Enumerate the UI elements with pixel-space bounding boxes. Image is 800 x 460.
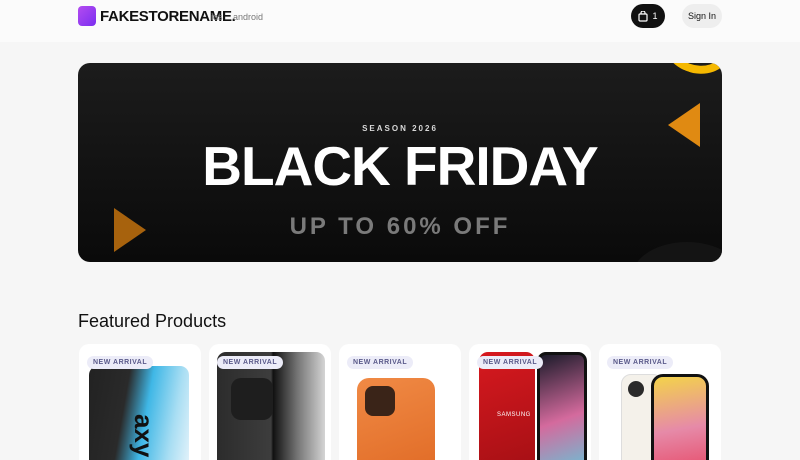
arc-decoration — [654, 63, 722, 84]
nav-link-android[interactable]: android — [233, 12, 263, 22]
phone-screen-graphic: axy — [129, 414, 159, 458]
product-card[interactable]: NEW ARRIVAL — [209, 344, 331, 460]
new-arrival-badge: NEW ARRIVAL — [607, 356, 674, 369]
hero-season-label: SEASON 2026 — [362, 124, 438, 133]
store-logo[interactable] — [78, 6, 96, 26]
camera-lens-icon — [628, 381, 644, 397]
product-image-phone-front — [537, 352, 587, 460]
new-arrival-badge: NEW ARRIVAL — [477, 356, 544, 369]
dark-arc-decoration — [632, 242, 722, 262]
new-arrival-badge: NEW ARRIVAL — [217, 356, 284, 369]
hero-title: BLACK FRIDAY — [202, 135, 598, 197]
product-card[interactable]: NEW ARRIVAL — [339, 344, 461, 460]
top-nav: FAKESTORENAME. ios android 1 Sign In — [0, 0, 800, 42]
nav-link-ios[interactable]: ios — [211, 12, 223, 22]
shopping-bag-icon — [638, 10, 649, 22]
phone-brand-mark: SAMSUNG — [497, 412, 531, 418]
product-card[interactable]: NEW ARRIVAL — [599, 344, 721, 460]
new-arrival-badge: NEW ARRIVAL — [347, 356, 414, 369]
camera-module-icon — [365, 386, 395, 416]
product-card[interactable]: NEW ARRIVAL axy — [79, 344, 201, 460]
hero-subtitle: UP TO 60% OFF — [289, 213, 511, 240]
featured-products-title: Featured Products — [78, 311, 227, 331]
new-arrival-badge: NEW ARRIVAL — [87, 356, 154, 369]
cart-button[interactable]: 1 — [631, 4, 665, 28]
product-image-phone — [357, 378, 435, 460]
product-image-phone-front — [651, 374, 709, 460]
sign-in-button[interactable]: Sign In — [682, 4, 722, 28]
camera-module-icon — [231, 378, 273, 420]
product-image-phone: axy — [89, 366, 189, 460]
product-card[interactable]: NEW ARRIVAL SAMSUNG — [469, 344, 591, 460]
cart-count: 1 — [652, 11, 658, 21]
hero-banner[interactable]: SEASON 2026 BLACK FRIDAY UP TO 60% OFF — [78, 63, 722, 262]
